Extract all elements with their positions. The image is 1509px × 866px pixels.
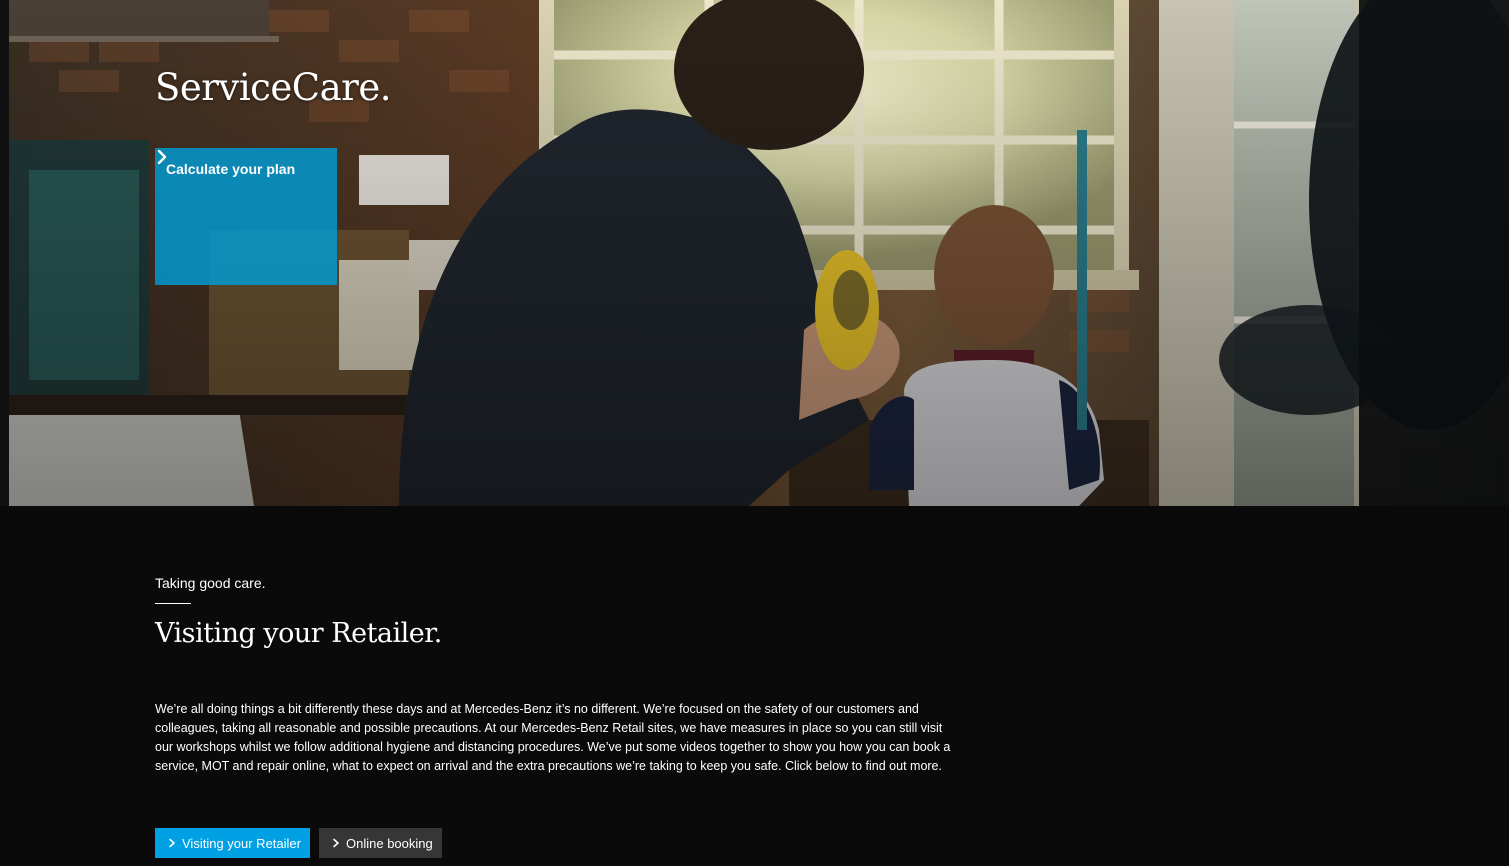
calculate-plan-card[interactable]: Calculate your plan	[155, 148, 337, 285]
chevron-right-icon	[157, 149, 167, 165]
hero-banner: ServiceCare. Calculate your plan	[9, 0, 1509, 506]
kicker-divider	[155, 603, 191, 604]
chevron-right-icon	[333, 838, 339, 848]
section-title: Visiting your Retailer.	[155, 618, 442, 649]
online-booking-button[interactable]: Online booking	[319, 828, 442, 858]
section-kicker: Taking good care.	[155, 575, 266, 591]
visiting-retailer-button-label: Visiting your Retailer	[182, 835, 301, 851]
section-body-text: We’re all doing things a bit differently…	[155, 702, 951, 773]
calculate-plan-label: Calculate your plan	[166, 161, 296, 177]
visiting-retailer-button[interactable]: Visiting your Retailer	[155, 828, 310, 858]
left-edge-strip	[0, 0, 9, 506]
hero-title: ServiceCare.	[155, 66, 392, 109]
chevron-right-icon	[169, 838, 175, 848]
online-booking-button-label: Online booking	[346, 835, 433, 851]
